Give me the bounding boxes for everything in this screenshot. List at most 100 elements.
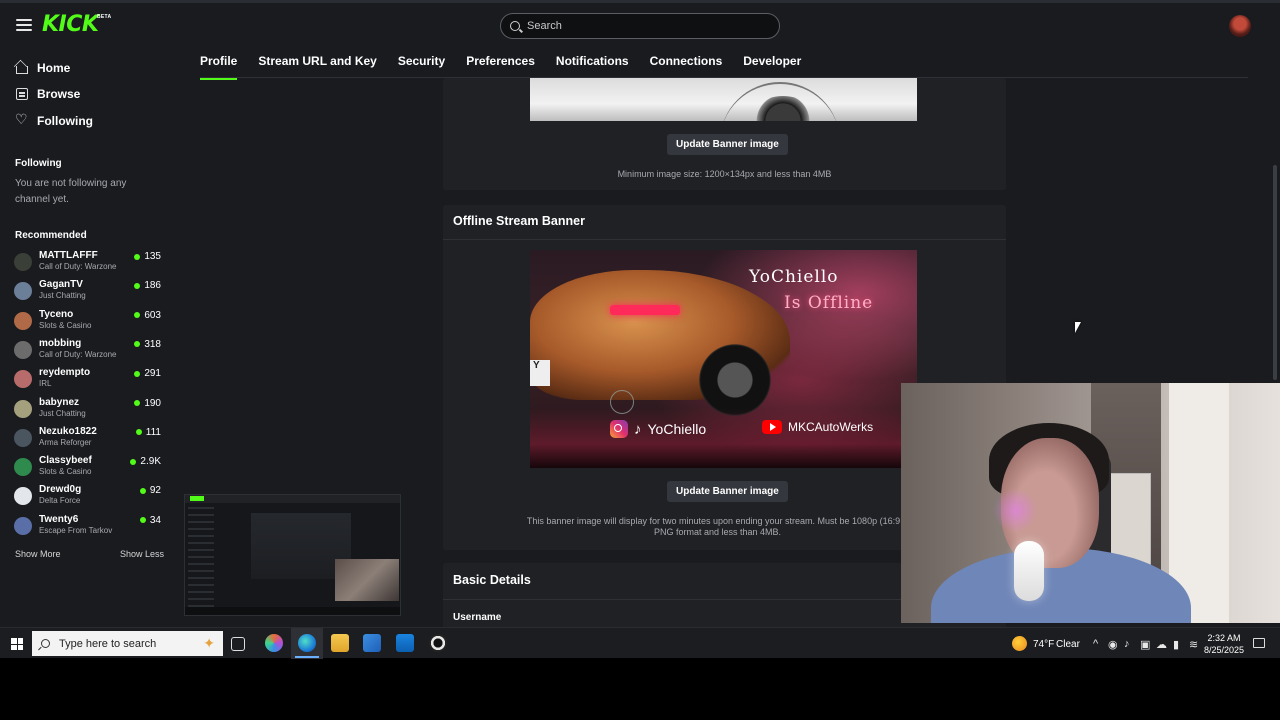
search-input[interactable] — [527, 20, 757, 32]
viewer-count-text: 34 — [149, 514, 161, 526]
offline-banner-image: Y YoChiello Is Offline ♪ YoChiello MKCAu… — [530, 250, 917, 468]
microphone-icon[interactable]: ▮ — [1173, 638, 1179, 651]
page-scrollbar[interactable] — [1273, 165, 1277, 380]
clock-date[interactable]: 8/25/2025 — [1203, 645, 1245, 655]
profile-banner-image — [530, 78, 917, 121]
channel-name: Drewd0g — [39, 484, 82, 496]
channel-avatar — [14, 487, 32, 506]
recommended-channel-row[interactable]: Nezuko1822 Arma Reforger 111 — [14, 425, 164, 451]
offline-banner-title: Offline Stream Banner — [453, 214, 585, 228]
channel-avatar — [14, 516, 32, 535]
channel-category: Arma Reforger — [39, 437, 92, 447]
channel-category: Call of Duty: Warzone — [39, 349, 117, 359]
update-profile-banner-button[interactable]: Update Banner image — [667, 134, 788, 155]
weather-condition[interactable]: Clear — [1056, 639, 1080, 650]
onedrive-icon[interactable]: ☁ — [1156, 638, 1167, 651]
recommended-channel-row[interactable]: babynez Just Chatting 190 — [14, 396, 164, 422]
home-icon — [16, 66, 28, 74]
show-less-button[interactable]: Show Less — [120, 549, 164, 559]
volume-icon[interactable]: ♪ — [1124, 638, 1130, 650]
channel-category: Delta Force — [39, 496, 81, 506]
recommended-channel-row[interactable]: Twenty6 Escape From Tarkov 34 — [14, 513, 164, 539]
viewer-count: 135 — [134, 251, 161, 262]
edge-browser-icon[interactable] — [295, 634, 319, 658]
hamburger-menu-icon[interactable] — [14, 16, 34, 34]
recommended-channel-row[interactable]: reydempto IRL 291 — [14, 366, 164, 392]
outlook-icon[interactable] — [396, 634, 414, 652]
weather-temperature[interactable]: 74°F — [1033, 639, 1054, 650]
viewer-count: 318 — [134, 339, 161, 350]
update-offline-banner-button[interactable]: Update Banner image — [667, 481, 788, 502]
wifi-icon[interactable]: ≋ — [1189, 638, 1198, 651]
tab-connections[interactable]: Connections — [650, 54, 723, 77]
windows-start-icon[interactable] — [11, 638, 23, 650]
display-icon[interactable]: ▣ — [1140, 638, 1150, 651]
tab-notifications[interactable]: Notifications — [556, 54, 629, 77]
browse-icon — [16, 88, 28, 100]
live-dot-icon — [134, 341, 141, 348]
sidebar-item-label: Browse — [37, 87, 81, 101]
channel-avatar — [14, 399, 32, 418]
viewer-count-text: 291 — [144, 368, 161, 380]
microsoft-store-icon[interactable] — [363, 634, 381, 652]
tab-preferences[interactable]: Preferences — [466, 54, 535, 77]
recommended-channel-row[interactable]: Tyceno Slots & Casino 603 — [14, 308, 164, 334]
sidebar-item-home[interactable]: Home — [16, 61, 70, 75]
recommended-channel-row[interactable]: GaganTV Just Chatting 186 — [14, 278, 164, 304]
heart-icon — [15, 111, 28, 128]
live-dot-icon — [134, 400, 141, 406]
channel-avatar — [14, 311, 32, 330]
recommended-heading: Recommended — [15, 230, 87, 241]
panel-divider — [443, 239, 1006, 240]
tray-app-icon[interactable]: ◉ — [1108, 638, 1118, 651]
channel-name: mobbing — [39, 337, 82, 349]
task-view-icon[interactable] — [231, 637, 245, 651]
taskbar-search-placeholder: Type here to search — [59, 637, 157, 650]
taskbar-search[interactable]: Type here to search ✦ — [32, 631, 223, 656]
recommended-channel-row[interactable]: Classybeef Slots & Casino 2.9K — [14, 454, 164, 480]
clock-time[interactable]: 2:32 AM — [1207, 633, 1241, 643]
channel-category: Slots & Casino — [39, 467, 92, 477]
kick-logo[interactable]: KICK — [42, 12, 99, 37]
channel-avatar — [14, 370, 32, 389]
search-bar[interactable] — [500, 13, 780, 39]
channel-avatar — [14, 428, 32, 447]
banner-youtube-handle: MKCAutoWerks — [762, 420, 873, 434]
weather-icon[interactable] — [1012, 636, 1027, 651]
windows-taskbar: Type here to search ✦ 74°F Clear ^ ◉ ♪ ▣… — [0, 627, 1280, 659]
channel-avatar — [14, 282, 32, 301]
viewer-count-text: 2.9K — [140, 456, 161, 468]
sidebar-item-following[interactable]: Following — [15, 111, 93, 128]
viewer-count: 92 — [139, 485, 161, 496]
viewer-count: 111 — [135, 426, 161, 438]
recommended-channel-row[interactable]: Drewd0g Delta Force 92 — [14, 483, 164, 509]
banner-size-hint: Minimum image size: 1200×134px and less … — [617, 169, 832, 179]
tab-profile[interactable]: Profile — [200, 54, 238, 80]
live-dot-icon — [130, 458, 137, 465]
recommended-channel-row[interactable]: mobbing Call of Duty: Warzone 318 — [14, 337, 164, 363]
preview-webcam — [335, 559, 399, 601]
window-preview-thumbnail[interactable] — [184, 494, 401, 616]
tiktok-icon: ♪ — [634, 420, 642, 438]
live-dot-icon — [139, 517, 146, 524]
live-dot-icon — [134, 370, 141, 377]
preview-logo — [190, 496, 204, 501]
viewer-count-text: 111 — [145, 426, 161, 438]
obs-studio-icon[interactable] — [429, 634, 447, 652]
tray-expand-chevron-icon[interactable]: ^ — [1093, 638, 1098, 650]
show-more-button[interactable]: Show More — [15, 549, 61, 559]
youtube-icon — [762, 420, 782, 434]
tab-security[interactable]: Security — [398, 54, 445, 77]
tab-stream-url-and-key[interactable]: Stream URL and Key — [258, 54, 376, 77]
search-icon — [510, 21, 520, 31]
ring-decoration — [610, 390, 634, 414]
file-explorer-icon[interactable] — [331, 634, 349, 652]
copilot-icon[interactable] — [265, 634, 283, 652]
notifications-icon[interactable] — [1253, 638, 1265, 648]
sidebar-item-browse[interactable]: Browse — [16, 87, 80, 101]
banner-offline-text: Is Offline — [784, 293, 874, 313]
user-avatar[interactable] — [1229, 15, 1251, 37]
recommended-channel-row[interactable]: MATTLAFFF Call of Duty: Warzone 135 — [14, 249, 164, 275]
tab-developer[interactable]: Developer — [743, 54, 801, 77]
live-dot-icon — [134, 282, 141, 289]
